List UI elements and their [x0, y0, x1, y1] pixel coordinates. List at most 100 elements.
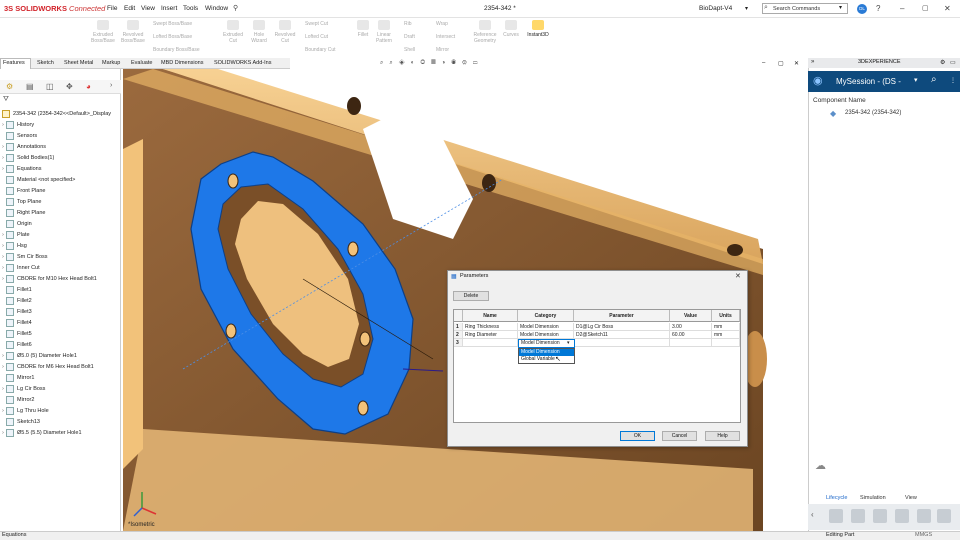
view-heads-up-toolbar[interactable]: ⌕⌕◈◐◎▦◑◉⚙▭	[380, 60, 800, 69]
tree-item[interactable]: › Plate	[0, 229, 30, 240]
menu-insert[interactable]: Insert	[161, 5, 177, 12]
dropdown-option-model-dimension[interactable]: Model Dimension	[519, 349, 574, 356]
cell-value[interactable]: 3.00	[670, 323, 712, 331]
intersect-button[interactable]: Intersect	[436, 34, 455, 40]
ok-button[interactable]: OK	[620, 431, 655, 441]
chevron-down-icon[interactable]: ▾	[567, 340, 570, 346]
draft-button[interactable]: Draft	[404, 34, 415, 40]
tree-item[interactable]: Origin	[0, 218, 32, 229]
tree-item[interactable]: Material <not specified>	[0, 174, 75, 185]
cell-value[interactable]	[670, 339, 712, 347]
pin-icon[interactable]: ⚲	[233, 4, 238, 12]
tree-item[interactable]: Fillet3	[0, 306, 32, 317]
cell-parameter[interactable]: D1@Lg Cir Boss	[574, 323, 670, 331]
collapse-panel-icon[interactable]: »	[811, 59, 814, 65]
help-button[interactable]: Help	[705, 431, 740, 441]
menu-tools[interactable]: Tools	[183, 5, 198, 12]
cell-parameter[interactable]	[574, 339, 670, 347]
search-icon[interactable]: ⌕	[931, 74, 937, 85]
tree-item[interactable]: Fillet6	[0, 339, 32, 350]
cell-parameter[interactable]: D2@Sketch11	[574, 331, 670, 339]
menu-edit[interactable]: Edit	[124, 5, 135, 12]
menu-window[interactable]: Window	[205, 5, 228, 12]
tree-item[interactable]: Top Plane	[0, 196, 41, 207]
tree-item[interactable]: › CBORE for M6 Hex Head Bolt1	[0, 361, 94, 372]
boundary-boss-button[interactable]: Boundary Boss/Base	[153, 47, 200, 53]
close-icon[interactable]: ✕	[944, 4, 951, 13]
cell-category[interactable]: Model Dimension	[518, 331, 574, 339]
lifecycle-tool-icon[interactable]	[937, 509, 951, 523]
cancel-button[interactable]: Cancel	[662, 431, 697, 441]
tree-item[interactable]: Fillet5	[0, 328, 32, 339]
dimxpert-icon[interactable]: ✥	[66, 82, 73, 91]
lifecycle-tool-icon[interactable]	[895, 509, 909, 523]
tab-evaluate[interactable]: Evaluate	[131, 60, 152, 66]
tree-item[interactable]: Sensors	[0, 130, 37, 141]
tab-sketch[interactable]: Sketch	[37, 60, 54, 66]
boundary-cut-button[interactable]: Boundary Cut	[305, 47, 336, 53]
tree-item[interactable]: Fillet4	[0, 317, 32, 328]
swept-boss-button[interactable]: Swept Boss/Base	[153, 21, 192, 27]
more-icon[interactable]: ⋮	[950, 77, 956, 84]
avatar[interactable]: DL	[857, 4, 867, 14]
tree-item[interactable]: › Equations	[0, 163, 41, 174]
tree-item[interactable]: › CBORE for M10 Hex Head Bolt1	[0, 273, 97, 284]
filter-icon[interactable]: ⛛	[3, 96, 9, 104]
lofted-boss-button[interactable]: Lofted Boss/Base	[153, 34, 192, 40]
tree-item[interactable]: › Lg Thru Hole	[0, 405, 49, 416]
viewport-minimize-icon[interactable]: –	[762, 60, 765, 66]
tab-simulation[interactable]: Simulation	[860, 495, 886, 501]
cell-name[interactable]: Ring Thickness	[463, 323, 518, 331]
search-dropdown-icon[interactable]: ▾	[839, 4, 842, 11]
session-selector[interactable]: MySession - (DS -	[836, 77, 901, 86]
dropdown-option-global-variable[interactable]: Global Variable	[519, 356, 574, 363]
wrap-button[interactable]: Wrap	[436, 21, 448, 27]
tab-view[interactable]: View	[905, 495, 917, 501]
display-manager-icon[interactable]: ◕	[86, 82, 91, 91]
tree-item[interactable]: Right Plane	[0, 207, 45, 218]
viewport-close-icon[interactable]: ✕	[794, 60, 799, 67]
mirror-button[interactable]: Mirror	[436, 47, 449, 53]
tree-item[interactable]: › Annotations	[0, 141, 46, 152]
lifecycle-tool-icon[interactable]	[829, 509, 843, 523]
project-selector[interactable]: BioDapt-V4	[699, 5, 732, 12]
dialog-close-icon[interactable]: ✕	[735, 272, 741, 280]
tree-item[interactable]: › Lg Cir Boss	[0, 383, 45, 394]
tree-item[interactable]: › Hsg	[0, 240, 27, 251]
menu-view[interactable]: View	[141, 5, 155, 12]
tree-item[interactable]: › History	[0, 119, 34, 130]
rib-button[interactable]: Rib	[404, 21, 412, 27]
settings-icon[interactable]: ⚙	[940, 59, 945, 66]
tree-item[interactable]: › Ø5.5 (5.5) Diameter Hole1	[0, 427, 82, 438]
revolved-boss-button[interactable]: Revolved Boss/Base	[118, 20, 148, 44]
extruded-boss-button[interactable]: Extruded Boss/Base	[88, 20, 118, 44]
cell-value[interactable]: 60.00	[670, 331, 712, 339]
menu-file[interactable]: File	[107, 5, 117, 12]
scroll-left-icon[interactable]: ‹	[811, 510, 814, 519]
help-icon[interactable]: ?	[876, 4, 880, 13]
viewport-restore-icon[interactable]: ▢	[778, 60, 784, 67]
tab-lifecycle[interactable]: Lifecycle	[826, 495, 847, 501]
tab-features[interactable]: Features	[3, 60, 25, 66]
delete-button[interactable]: Delete	[453, 291, 489, 301]
cell-units[interactable]	[712, 339, 740, 347]
chevron-down-icon[interactable]: ▾	[914, 76, 918, 84]
cell-units[interactable]: mm	[712, 331, 740, 339]
property-manager-icon[interactable]: ▤	[26, 82, 34, 91]
lofted-cut-button[interactable]: Lofted Cut	[305, 34, 328, 40]
tree-item[interactable]: Mirror1	[0, 372, 34, 383]
curves-button[interactable]: Curves	[500, 20, 522, 38]
tree-item[interactable]: Mirror2	[0, 394, 34, 405]
search-input[interactable]: Search Commands	[762, 3, 848, 14]
cell-name[interactable]	[463, 339, 518, 347]
popout-icon[interactable]: ▭	[950, 59, 956, 66]
lifecycle-tool-icon[interactable]	[873, 509, 887, 523]
minimize-icon[interactable]: –	[900, 4, 904, 13]
tree-item[interactable]: › Sm Cir Boss	[0, 251, 48, 262]
component-item[interactable]: 2354-342 (2354-342)	[845, 110, 901, 116]
instant3d-button[interactable]: Instant3D	[523, 20, 553, 38]
configuration-icon[interactable]: ◫	[46, 82, 54, 91]
chevron-right-icon[interactable]: ›	[110, 82, 112, 89]
tree-item[interactable]: Fillet2	[0, 295, 32, 306]
cell-category[interactable]: Model Dimension	[518, 323, 574, 331]
